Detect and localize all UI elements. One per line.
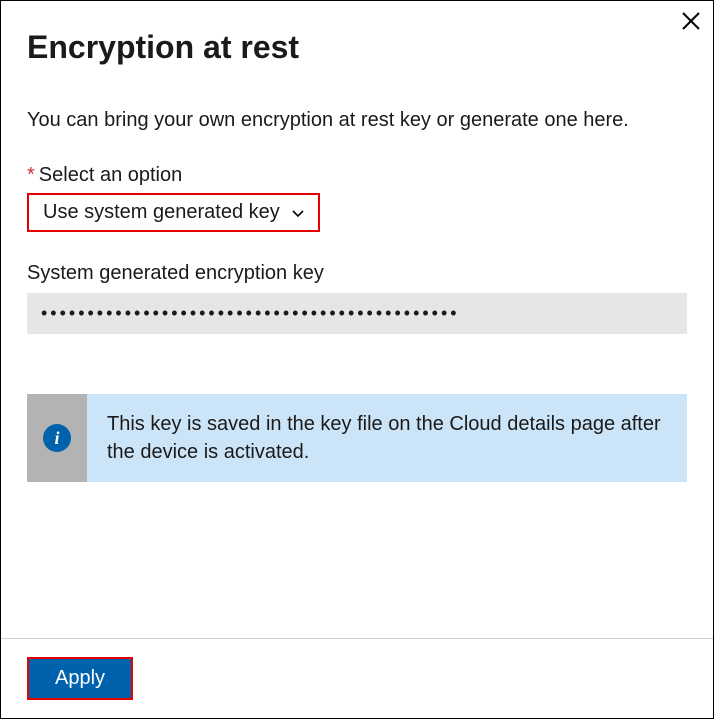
select-option-label: *Select an option [27, 164, 687, 187]
info-text: This key is saved in the key file on the… [87, 394, 687, 482]
generated-key-input[interactable] [27, 293, 687, 334]
encryption-dialog: Encryption at rest You can bring your ow… [1, 1, 713, 718]
dialog-footer: Apply [1, 638, 713, 718]
dialog-content: Encryption at rest You can bring your ow… [1, 1, 713, 638]
select-option-label-text: Select an option [39, 164, 182, 186]
generated-key-label: System generated encryption key [27, 262, 687, 285]
dialog-description: You can bring your own encryption at res… [27, 106, 687, 134]
dialog-title: Encryption at rest [27, 29, 687, 66]
close-icon [681, 7, 701, 37]
info-icon-wrap: i [27, 394, 87, 482]
key-option-dropdown[interactable]: Use system generated key [27, 193, 320, 232]
required-marker: * [27, 164, 35, 186]
chevron-down-icon [290, 205, 306, 221]
apply-button[interactable]: Apply [27, 657, 133, 700]
info-icon: i [43, 424, 71, 452]
dropdown-value: Use system generated key [43, 201, 280, 224]
info-box: i This key is saved in the key file on t… [27, 394, 687, 482]
close-button[interactable] [681, 9, 701, 35]
